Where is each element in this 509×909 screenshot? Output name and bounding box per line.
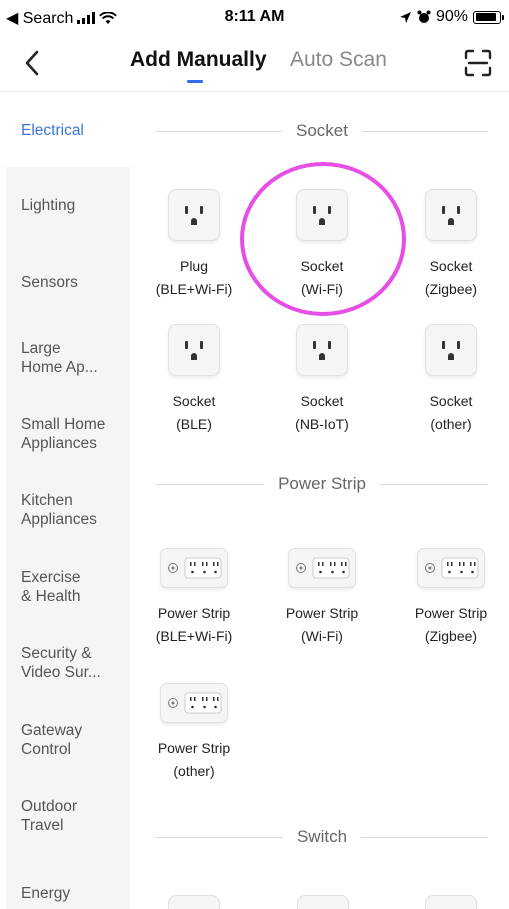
divider — [156, 130, 283, 132]
device-name: Socket — [429, 393, 473, 409]
power-strip-face — [425, 557, 479, 579]
sidebar-item-kitchen-appliances[interactable]: Kitchen Appliances — [6, 491, 130, 529]
socket-icon — [296, 189, 348, 241]
sidebar-item-small-home-appliances[interactable]: Small Home Appliances — [6, 415, 130, 453]
device-socket-ble[interactable]: Socket (BLE) — [131, 324, 257, 436]
section-header-power-strip: Power Strip — [156, 474, 488, 494]
section-title: Power Strip — [278, 474, 366, 493]
device-power-strip-zigbee[interactable]: Power Strip (Zigbee) — [388, 548, 509, 648]
section-header-switch: Switch — [156, 827, 489, 847]
back-chevron-icon — [25, 50, 39, 76]
socket-icon — [168, 895, 220, 909]
divider — [362, 130, 489, 132]
divider — [361, 836, 489, 838]
nav-bar: Add Manually Auto Scan — [0, 36, 509, 92]
socket-face — [313, 206, 331, 225]
socket-face — [185, 341, 203, 360]
power-strip-face — [168, 557, 222, 579]
device-subtype: (BLE+Wi-Fi) — [155, 281, 233, 297]
device-name: Socket — [300, 258, 344, 274]
status-right: 90% — [399, 8, 504, 26]
socket-icon — [425, 324, 477, 376]
device-socket-other[interactable]: Socket (other) — [388, 324, 509, 436]
sidebar-item-large-home-appliances[interactable]: Large Home Ap... — [6, 339, 130, 377]
device-subtype: (other) — [173, 763, 215, 779]
device-power-strip-ble-wifi[interactable]: Power Strip (BLE+Wi-Fi) — [131, 548, 257, 648]
device-name: Plug — [179, 258, 209, 274]
device-subtype: (Zigbee) — [424, 628, 478, 644]
location-icon — [399, 11, 411, 23]
sidebar-item-electrical[interactable]: Electrical — [6, 93, 130, 167]
power-strip-icon — [417, 548, 485, 588]
device-subtype: (BLE) — [176, 416, 212, 432]
device-name: Power Strip — [157, 605, 231, 621]
divider — [156, 836, 283, 838]
device-socket-zigbee[interactable]: Socket (Zigbee) — [388, 189, 509, 301]
tab-auto-scan[interactable]: Auto Scan — [290, 48, 387, 72]
device-name: Power Strip — [414, 605, 488, 621]
device-name: Socket — [429, 258, 473, 274]
battery-icon — [473, 10, 504, 24]
alarm-icon — [417, 10, 431, 23]
device-name: Power Strip — [285, 605, 359, 621]
device-subtype: (Zigbee) — [424, 281, 478, 297]
socket-icon — [297, 895, 349, 909]
section-header-socket: Socket — [156, 121, 489, 141]
active-tab-indicator — [187, 80, 203, 83]
sidebar-item-lighting[interactable]: Lighting — [6, 196, 130, 215]
sidebar-item-security-video[interactable]: Security & Video Sur... — [6, 644, 130, 682]
device-name: Power Strip — [157, 740, 231, 756]
status-bar: ◀ Search 8:11 AM 90% — [0, 0, 509, 36]
section-title: Switch — [296, 827, 348, 846]
power-strip-icon — [160, 548, 228, 588]
socket-face — [442, 206, 460, 225]
device-power-strip-wifi[interactable]: Power Strip (Wi-Fi) — [259, 548, 385, 648]
category-sidebar: Electrical Lighting Sensors Large Home A… — [6, 93, 130, 909]
sidebar-item-energy[interactable]: Energy — [6, 884, 130, 903]
battery-fill — [475, 13, 497, 21]
section-title: Socket — [296, 121, 348, 140]
power-strip-icon — [160, 683, 228, 723]
device-subtype: (Wi-Fi) — [301, 628, 343, 644]
battery-percent: 90% — [435, 8, 468, 25]
sidebar-item-sensors[interactable]: Sensors — [6, 273, 130, 292]
device-socket-wifi[interactable]: Socket (Wi-Fi) — [259, 189, 385, 301]
device-name: Socket — [300, 393, 344, 409]
device-subtype: (Wi-Fi) — [301, 281, 343, 297]
socket-icon — [168, 189, 220, 241]
device-socket-nb-iot[interactable]: Socket (NB-IoT) — [259, 324, 385, 436]
tab-add-manually[interactable]: Add Manually — [130, 48, 267, 72]
socket-icon — [168, 324, 220, 376]
back-button[interactable] — [18, 48, 48, 78]
socket-icon — [425, 189, 477, 241]
sidebar-item-exercise-health[interactable]: Exercise & Health — [6, 568, 130, 606]
socket-face — [185, 206, 203, 225]
scan-icon — [464, 49, 492, 77]
device-subtype: (BLE+Wi-Fi) — [155, 628, 233, 644]
sidebar-item-outdoor-travel[interactable]: Outdoor Travel — [6, 797, 130, 835]
power-strip-face — [168, 692, 222, 714]
device-name: Socket — [172, 393, 216, 409]
socket-icon — [296, 324, 348, 376]
divider — [156, 483, 265, 485]
device-plug-ble-wifi[interactable]: Plug (BLE+Wi-Fi) — [131, 189, 257, 301]
divider — [379, 483, 488, 485]
scan-button[interactable] — [463, 48, 493, 78]
power-strip-face — [296, 557, 350, 579]
socket-face — [313, 341, 331, 360]
device-subtype: (other) — [430, 416, 472, 432]
socket-icon — [425, 895, 477, 909]
power-strip-icon — [288, 548, 356, 588]
device-subtype: (NB-IoT) — [295, 416, 349, 432]
socket-face — [442, 341, 460, 360]
device-power-strip-other[interactable]: Power Strip (other) — [131, 683, 257, 783]
device-list: Socket Plug (BLE+Wi-Fi) Socket (Wi-Fi) S… — [130, 93, 509, 909]
sidebar-item-gateway-control[interactable]: Gateway Control — [6, 721, 130, 759]
